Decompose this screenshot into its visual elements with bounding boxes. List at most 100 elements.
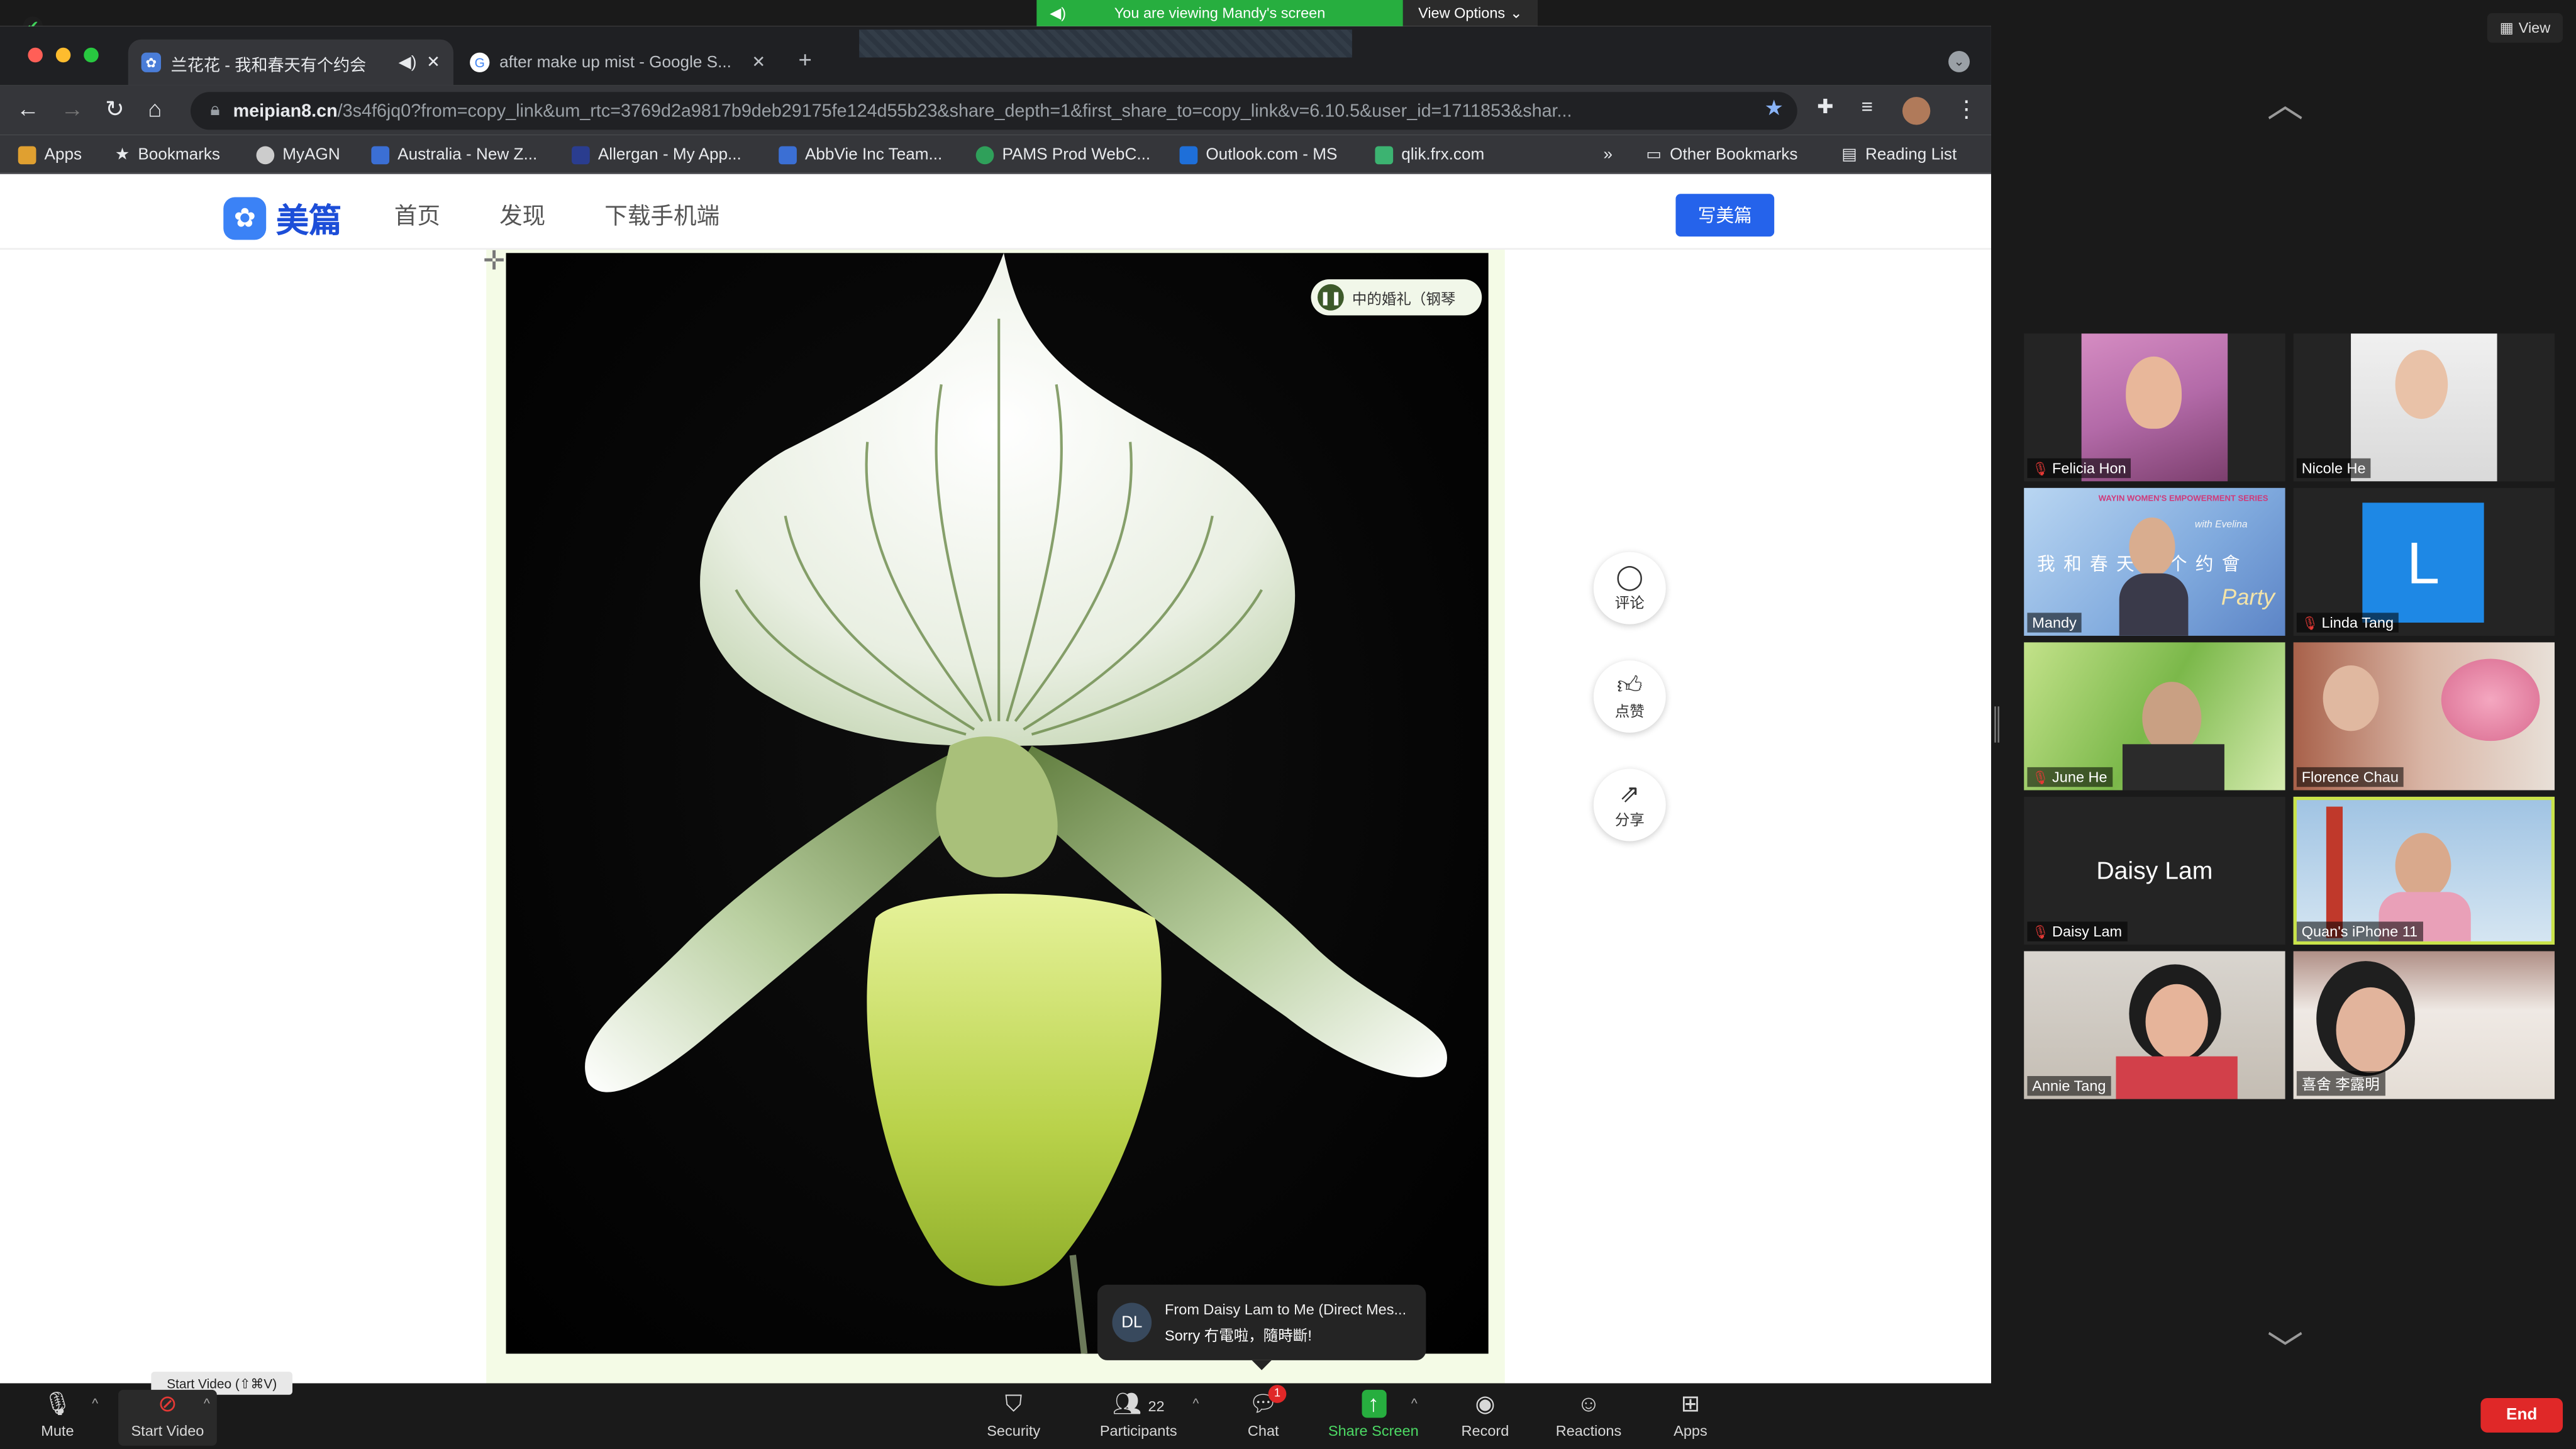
meipian-page: ✿ 美篇 首页 发现 下载手机端 写美篇 ✛ ❚❚ 中的婚礼（钢琴 ◯ 评论 👍… (0, 174, 1991, 1384)
share-screen-button[interactable]: ↑ Share Screen (1324, 1389, 1423, 1446)
participant-tile[interactable]: 喜舍 李露明 (2293, 951, 2555, 1099)
browser-menu-icon[interactable]: ⋮ (1955, 96, 1979, 123)
bookmark-qlik[interactable]: qlik.frx.com (1375, 142, 1484, 168)
muted-mic-icon: 🎙︎ (2032, 924, 2049, 939)
dorsal-sepal (700, 253, 1296, 746)
reload-icon[interactable]: ↻ (105, 96, 125, 123)
share-options-caret-icon[interactable]: ^ (1411, 1396, 1418, 1411)
media-queue-icon[interactable]: ≡ (1862, 96, 1873, 119)
muted-mic-icon: 🎙︎ (2301, 615, 2319, 630)
comment-label: 评论 (1614, 594, 1645, 611)
close-tab-icon[interactable]: ✕ (426, 53, 440, 72)
extensions-puzzle-icon[interactable]: ✚ (1817, 96, 1833, 119)
security-button[interactable]: ⛉ Security (964, 1390, 1063, 1446)
participants-label: Participants (1099, 1423, 1177, 1440)
bookmark-myagn[interactable]: MyAGN (256, 142, 340, 168)
participants-button[interactable]: 👥︎ 22 Participants (1089, 1390, 1188, 1446)
bookmark-label: Australia - New Z... (397, 145, 538, 164)
drag-handle-plus-icon[interactable]: ✛ (483, 245, 505, 277)
share-icon: ⇗ (1619, 779, 1640, 808)
minimize-window-button[interactable] (55, 47, 71, 63)
tab-search-chevron-icon[interactable]: ⌄ (1948, 50, 1970, 72)
gallery-scroll-down-icon[interactable]: ﹀ (2267, 1321, 2304, 1374)
bookmark-label: Outlook.com - MS (1206, 145, 1338, 164)
reactions-button[interactable]: ☺ Reactions (1540, 1390, 1638, 1446)
view-options-button[interactable]: View Options ⌄ (1402, 0, 1538, 26)
video-options-caret-icon[interactable]: ^ (204, 1396, 210, 1411)
audio-options-caret-icon[interactable]: ^ (92, 1396, 98, 1411)
participant-tile[interactable]: Florence Chau (2293, 642, 2555, 791)
participant-name: Linda Tang (2321, 614, 2394, 631)
chat-unread-badge: 1 (1268, 1385, 1287, 1403)
new-tab-plus-icon[interactable]: + (799, 46, 812, 72)
participants-caret-icon[interactable]: ^ (1192, 1396, 1199, 1411)
participant-tile[interactable]: WAYIN WOMEN'S EMPOWERMENT SERIES with Ev… (2024, 487, 2285, 636)
close-window-button[interactable] (28, 47, 43, 63)
participant-face (2142, 682, 2202, 754)
pause-icon[interactable]: ❚❚ (1317, 284, 1344, 311)
nav-download-app[interactable]: 下载手机端 (604, 199, 719, 231)
music-player[interactable]: ❚❚ 中的婚礼（钢琴 (1311, 279, 1482, 316)
site-favicon-icon (572, 145, 590, 164)
bookmark-outlook[interactable]: Outlook.com - MS (1179, 142, 1338, 168)
banner-title: WAYIN WOMEN'S EMPOWERMENT SERIES (2098, 494, 2268, 504)
site-favicon-icon (975, 145, 994, 164)
meipian-logo-icon: ✿ (223, 196, 267, 240)
participant-tile[interactable]: 🎙︎ June He (2024, 642, 2285, 791)
participants-people-icon: 👥︎ 22 (1112, 1389, 1165, 1416)
participant-tile[interactable]: Annie Tang (2024, 951, 2285, 1099)
tab-meipian[interactable]: ✿ 兰花花 - 我和春天有个约会 ◀) ✕ (128, 39, 453, 86)
reactions-label: Reactions (1555, 1423, 1622, 1440)
participant-tile-active-speaker[interactable]: Quan's iPhone 11 (2293, 796, 2555, 945)
close-tab-icon[interactable]: ✕ (752, 53, 765, 72)
bookmark-apps[interactable]: Apps (18, 142, 82, 168)
maximize-window-button[interactable] (84, 47, 99, 63)
tab-title: 兰花花 - 我和春天有个约会 (170, 57, 367, 75)
participant-name-tag: 🎙︎ Linda Tang (2296, 613, 2399, 633)
bookmark-australia[interactable]: Australia - New Z... (371, 142, 537, 168)
back-arrow-icon[interactable]: ← (16, 96, 40, 122)
bookmark-pams[interactable]: PAMS Prod WebC... (975, 142, 1150, 168)
meipian-logo[interactable]: ✿ 美篇 (223, 194, 341, 242)
participant-tile[interactable]: Nicole He (2293, 333, 2555, 482)
bookmark-allergan[interactable]: Allergan - My App... (572, 142, 741, 168)
shared-browser-window: ✿ 兰花花 - 我和春天有个约会 ◀) ✕ G after make up mi… (0, 26, 1991, 1384)
view-button[interactable]: ▦ View (2487, 13, 2563, 43)
chat-button[interactable]: 💬︎ Chat (1214, 1390, 1313, 1446)
participant-tile[interactable]: Daisy Lam 🎙︎ Daisy Lam (2024, 796, 2285, 945)
audio-playing-icon[interactable]: ◀) (399, 53, 417, 72)
bookmarks-overflow-button[interactable]: » (1604, 142, 1613, 168)
participant-face (2129, 517, 2175, 577)
forward-arrow-icon[interactable]: → (61, 96, 84, 122)
comment-button[interactable]: ◯ 评论 (1593, 552, 1666, 625)
gallery-scroll-up-icon[interactable]: ︿ (2267, 75, 2304, 128)
chat-notification[interactable]: DL From Daisy Lam to Me (Direct Mes... S… (1097, 1284, 1426, 1370)
bookmark-bookmarks[interactable]: ★ Bookmarks (115, 142, 220, 168)
nav-discover[interactable]: 发现 (499, 199, 545, 231)
smiley-plus-icon: ☺ (1577, 1389, 1601, 1416)
folder-icon: ▭ (1646, 145, 1662, 164)
share-button[interactable]: ⇗ 分享 (1593, 769, 1666, 841)
other-bookmarks[interactable]: ▭ Other Bookmarks (1646, 142, 1797, 168)
start-video-button[interactable]: ⊘ Start Video (118, 1389, 217, 1446)
participant-tile[interactable]: L 🎙︎ Linda Tang (2293, 487, 2555, 636)
participant-tile[interactable]: 🎙︎ Felicia Hon (2024, 333, 2285, 482)
reading-list[interactable]: ▤ Reading List (1841, 142, 1957, 168)
home-icon[interactable]: ⌂ (148, 96, 162, 122)
apps-button[interactable]: ⊞ Apps (1641, 1390, 1740, 1446)
like-button[interactable]: 👍︎ 点赞 (1593, 660, 1666, 733)
participant-body (2116, 1056, 2238, 1099)
end-meeting-button[interactable]: End (2480, 1397, 2563, 1433)
tab-google-search[interactable]: G after make up mist - Google S... ✕ (457, 40, 779, 86)
write-article-button[interactable]: 写美篇 (1675, 194, 1775, 237)
url-domain: meipian8.cn (233, 101, 338, 121)
nav-home[interactable]: 首页 (394, 199, 440, 231)
panel-resize-handle[interactable] (1994, 706, 2000, 743)
like-label: 点赞 (1614, 702, 1645, 719)
bookmark-abbvie[interactable]: AbbVie Inc Team... (779, 142, 942, 168)
record-button[interactable]: ◉ Record (1436, 1390, 1535, 1446)
bookmark-star-icon[interactable]: ★ (1765, 96, 1784, 122)
participant-name-tag: Annie Tang (2027, 1075, 2111, 1096)
profile-avatar[interactable] (1902, 97, 1931, 125)
address-bar[interactable]: 🔒︎ meipian8.cn /3s4f6jq0?from=copy_link&… (191, 92, 1797, 130)
